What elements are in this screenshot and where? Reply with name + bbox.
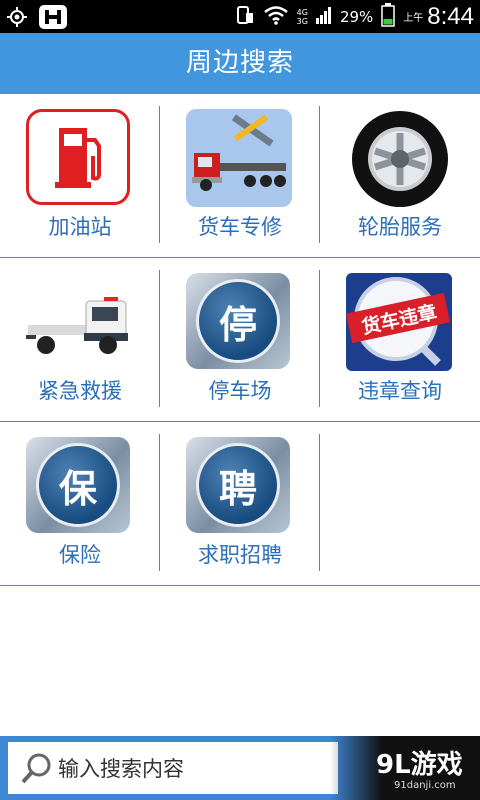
am-pm-label: 上午 <box>403 13 424 24</box>
screenshot-icon <box>235 5 255 29</box>
watermark-brand: 9L游戏 <box>376 750 463 780</box>
signal-bars-icon <box>315 6 332 28</box>
recruitment-glyph: 聘 <box>196 443 280 527</box>
wifi-icon <box>263 5 289 29</box>
grid-row: 保 保险 聘 求职招聘 <box>0 422 480 586</box>
violation-query-icon: 货车违章 <box>346 273 454 373</box>
insurance-glyph: 保 <box>36 443 120 527</box>
tow-truck-icon <box>26 273 134 373</box>
insurance-icon: 保 <box>26 437 134 537</box>
recruitment-tile[interactable]: 聘 求职招聘 <box>160 422 320 585</box>
parking-icon: 停 <box>186 273 294 373</box>
network-signal-icon: 4G 3G <box>297 8 308 26</box>
emergency-rescue-tile[interactable]: 紧急救援 <box>0 258 160 421</box>
gas-pump-icon <box>26 109 134 209</box>
clock: 8:44 <box>427 2 474 30</box>
app-notification-icon <box>38 4 68 34</box>
parking-glyph: 停 <box>196 279 280 363</box>
tile-label: 紧急救援 <box>38 379 122 403</box>
battery-percent: 29% <box>339 7 374 26</box>
search-placeholder: 输入搜索内容 <box>58 757 184 781</box>
bottom-search-bar: 输入搜索内容 9L游戏 91danji.com <box>0 736 480 800</box>
tile-label: 违章查询 <box>358 379 442 403</box>
recruitment-icon: 聘 <box>186 437 294 537</box>
tire-service-tile[interactable]: 轮胎服务 <box>320 94 480 257</box>
tile-label: 求职招聘 <box>198 543 282 567</box>
tile-label: 保险 <box>59 543 101 567</box>
grid-row: 加油站 货车专修 轮胎服务 <box>0 94 480 258</box>
grid-row: 紧急救援 停 停车场 货车违章 违章查询 <box>0 258 480 422</box>
page-title: 周边搜索 <box>0 33 480 94</box>
tire-icon <box>346 109 454 209</box>
watermark-logo: 9L游戏 91danji.com <box>330 736 480 800</box>
tile-label: 货车专修 <box>198 215 282 239</box>
tile-label: 加油站 <box>48 215 112 239</box>
network-type-bottom: 3G <box>296 16 308 26</box>
truck-repair-tile[interactable]: 货车专修 <box>160 94 320 257</box>
battery-icon <box>381 2 396 31</box>
gps-icon <box>6 6 28 32</box>
gas-station-tile[interactable]: 加油站 <box>0 94 160 257</box>
search-icon <box>20 751 54 785</box>
tile-label: 轮胎服务 <box>358 215 442 239</box>
parking-lot-tile[interactable]: 停 停车场 <box>160 258 320 421</box>
search-input[interactable]: 输入搜索内容 <box>8 742 338 794</box>
violation-query-tile[interactable]: 货车违章 违章查询 <box>320 258 480 421</box>
tile-label: 停车场 <box>208 379 272 403</box>
insurance-tile[interactable]: 保 保险 <box>0 422 160 585</box>
status-bar: 4G 3G 29% 上午 8:44 <box>0 0 480 33</box>
truck-repair-icon <box>186 109 294 209</box>
service-grid: 加油站 货车专修 轮胎服务 紧急救援 停 停车场 货车违章 违章查询 保 保险 … <box>0 94 480 586</box>
watermark-url: 91danji.com <box>394 780 456 791</box>
network-type-top: 4G <box>296 7 308 17</box>
